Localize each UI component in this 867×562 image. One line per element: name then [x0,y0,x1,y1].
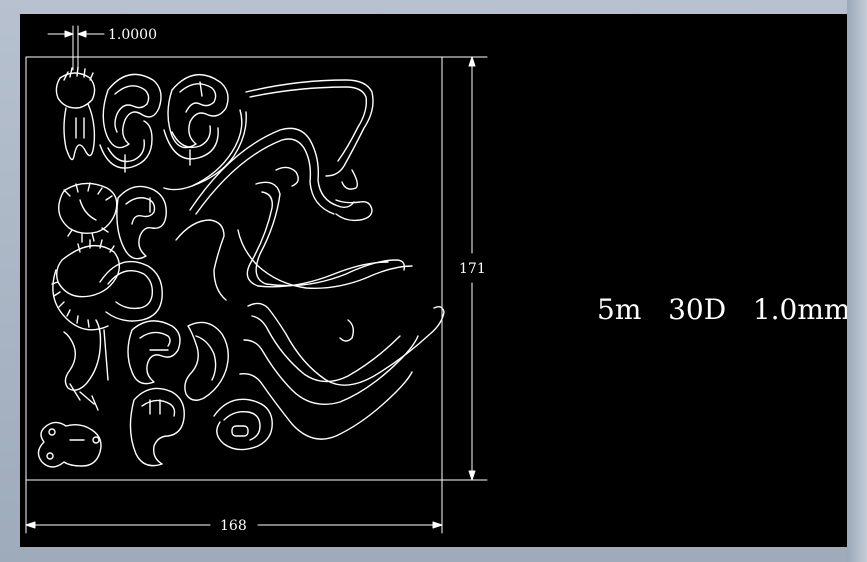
part-curl-1 [99,73,162,173]
part-critter-bottom-left [37,421,102,468]
part-curl-5 [129,387,185,467]
part-fin [51,239,121,331]
dimension-top [47,25,105,71]
dimension-top-label: 1.0000 [108,27,157,43]
dimension-bottom-label: 168 [220,518,247,534]
part-curl-4 [127,320,181,385]
part-crab [58,182,118,243]
part-leaf [184,321,229,401]
part-hand-top-left [55,66,96,161]
part-long-strand-middle [237,166,413,289]
dimension-right-label: 171 [459,261,486,277]
part-long-strand-lower [239,302,445,440]
part-figure-left [63,319,109,411]
part-spiral [213,398,273,451]
cad-drawing: 1.0000 171 168 [25,25,488,534]
sheet-border [25,56,443,481]
part-curl-2 [163,73,229,166]
part-curl-3 [116,185,167,260]
